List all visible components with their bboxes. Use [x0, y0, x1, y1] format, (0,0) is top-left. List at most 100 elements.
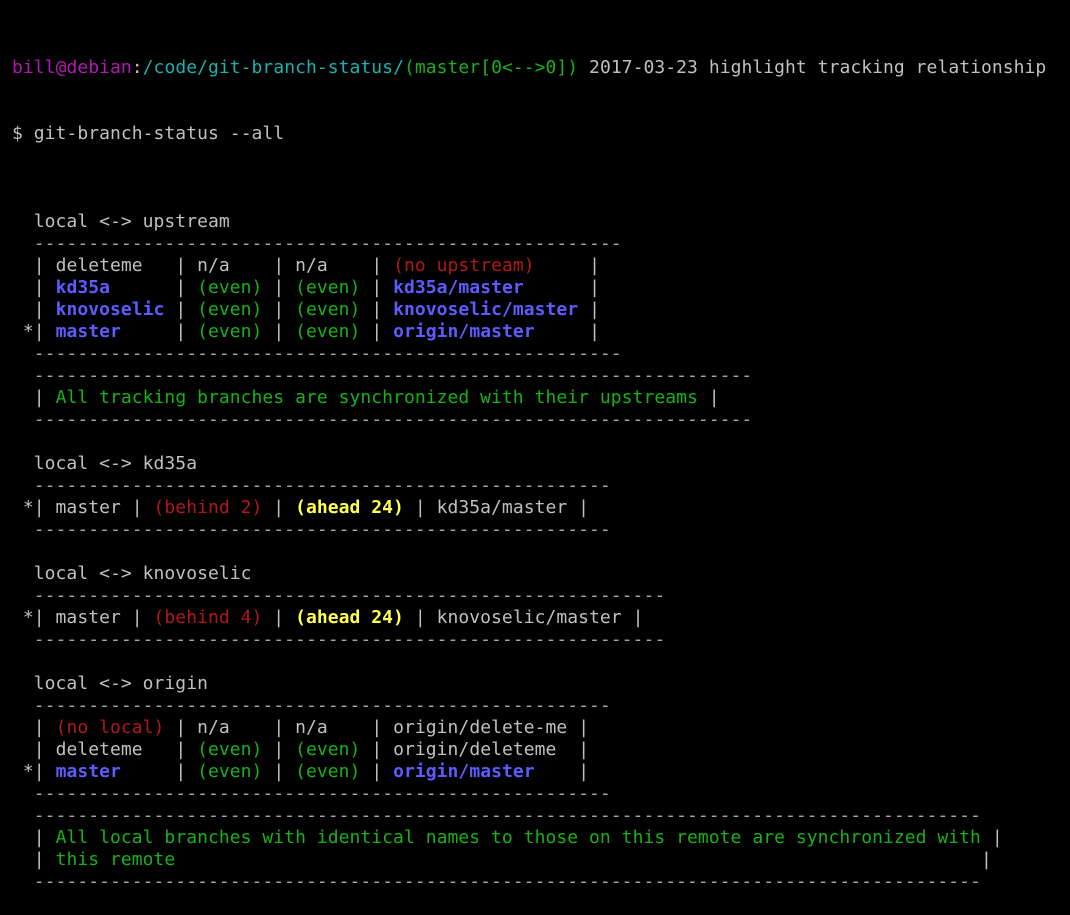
- output-line: ----------------------------------------…: [12, 695, 1046, 717]
- output-line: local <-> kd35a: [12, 453, 1046, 475]
- output-text: |: [262, 255, 296, 276]
- output-text: *|: [12, 321, 56, 342]
- terminal-output: bill@debian:/code/git-branch-status/(mas…: [12, 13, 1046, 915]
- table-border: ----------------------------------------…: [12, 365, 753, 386]
- output-text: |: [262, 321, 296, 342]
- output-text: |: [12, 299, 56, 320]
- output-text: |: [164, 299, 198, 320]
- output-text: | knovoselic/master |: [403, 607, 644, 628]
- output-text: origin/master: [393, 761, 535, 782]
- output-text: |: [262, 497, 296, 518]
- table-border: ----------------------------------------…: [12, 343, 622, 364]
- output-text: local <-> kd35a: [12, 453, 198, 474]
- command-output: local <-> upstream ---------------------…: [12, 189, 1046, 893]
- output-text: n/a: [197, 717, 263, 738]
- output-text: (no upstream): [393, 255, 535, 276]
- output-text: local <-> knovoselic: [12, 563, 252, 584]
- table-border: ----------------------------------------…: [12, 585, 666, 606]
- output-text: All local branches with identical names …: [55, 827, 981, 848]
- output-text: n/a: [197, 255, 263, 276]
- command-line[interactable]: $ git-branch-status --all: [12, 123, 1046, 145]
- output-text: |: [262, 717, 296, 738]
- output-text: |: [262, 299, 296, 320]
- output-text: *| master |: [12, 497, 154, 518]
- output-text: |: [262, 277, 296, 298]
- output-line: ----------------------------------------…: [12, 475, 1046, 497]
- output-text: master: [55, 761, 121, 782]
- output-text: |: [12, 717, 56, 738]
- output-text: master: [55, 321, 121, 342]
- output-text: |: [360, 299, 394, 320]
- output-line: | kd35a | (even) | (even) | kd35a/master…: [12, 277, 1046, 299]
- output-text: | kd35a/master |: [403, 497, 590, 518]
- output-line: | All tracking branches are synchronized…: [12, 387, 1046, 409]
- output-text: (ahead 24): [295, 607, 404, 628]
- output-text: |: [12, 387, 56, 408]
- table-border: ----------------------------------------…: [12, 629, 666, 650]
- output-text: deleteme: [55, 255, 165, 276]
- shell-prompt: bill@debian:/code/git-branch-status/(mas…: [12, 57, 1046, 79]
- output-text: |: [262, 739, 296, 760]
- prompt-commit-message: 2017-03-23 highlight tracking relationsh…: [578, 57, 1047, 78]
- output-text: (no local): [55, 717, 165, 738]
- output-text: |: [360, 277, 394, 298]
- output-text: |: [110, 277, 198, 298]
- table-border: ----------------------------------------…: [12, 695, 611, 716]
- output-text: |: [120, 321, 198, 342]
- table-border: ----------------------------------------…: [12, 409, 753, 430]
- output-text: |: [534, 761, 590, 782]
- output-line: | this remote |: [12, 849, 1046, 871]
- prompt-path: /code/git-branch-status/: [142, 57, 404, 78]
- output-text: |: [697, 387, 720, 408]
- output-text: |: [360, 761, 394, 782]
- output-text: (even): [295, 299, 361, 320]
- output-text: (behind 2): [153, 497, 263, 518]
- table-border: ----------------------------------------…: [12, 783, 611, 804]
- prompt-separator: :: [131, 57, 143, 78]
- output-text: (even): [295, 321, 361, 342]
- output-text: (even): [197, 277, 263, 298]
- output-line: ----------------------------------------…: [12, 783, 1046, 805]
- output-text: |: [523, 277, 600, 298]
- output-line: ----------------------------------------…: [12, 343, 1046, 365]
- output-text: (even): [197, 739, 263, 760]
- output-text: |: [262, 761, 296, 782]
- output-text: origin/delete-me: [393, 717, 568, 738]
- prompt-user: bill: [12, 57, 56, 78]
- output-text: |: [12, 827, 56, 848]
- output-text: |: [164, 255, 198, 276]
- output-text: All tracking branches are synchronized w…: [55, 387, 698, 408]
- output-text: this remote: [55, 849, 176, 870]
- output-text: |: [164, 739, 198, 760]
- output-text: (even): [197, 321, 263, 342]
- output-text: |: [534, 321, 600, 342]
- output-line: *| master | (behind 4) | (ahead 24) | kn…: [12, 607, 1046, 629]
- output-text: (even): [197, 761, 263, 782]
- output-text: (even): [295, 739, 361, 760]
- output-text: kd35a: [55, 277, 110, 298]
- output-line: *| master | (even) | (even) | origin/mas…: [12, 321, 1046, 343]
- output-text: knovoselic/master: [393, 299, 579, 320]
- output-text: kd35a/master: [393, 277, 524, 298]
- output-text: (even): [295, 277, 361, 298]
- output-text: |: [360, 321, 394, 342]
- output-line: | deleteme | (even) | (even) | origin/de…: [12, 739, 1046, 761]
- output-text: n/a: [295, 717, 361, 738]
- output-line: ----------------------------------------…: [12, 585, 1046, 607]
- output-text: local <-> origin: [12, 673, 208, 694]
- table-border: ----------------------------------------…: [12, 805, 981, 826]
- table-border: ----------------------------------------…: [12, 233, 622, 254]
- output-text: |: [360, 739, 394, 760]
- output-line: ----------------------------------------…: [12, 233, 1046, 255]
- output-line: local <-> origin: [12, 673, 1046, 695]
- output-text: |: [12, 255, 56, 276]
- output-text: n/a: [295, 255, 361, 276]
- output-text: |: [980, 827, 1003, 848]
- output-line: ----------------------------------------…: [12, 871, 1046, 893]
- output-line: | knovoselic | (even) | (even) | knovose…: [12, 299, 1046, 321]
- output-text: |: [360, 255, 394, 276]
- output-text: (even): [197, 299, 263, 320]
